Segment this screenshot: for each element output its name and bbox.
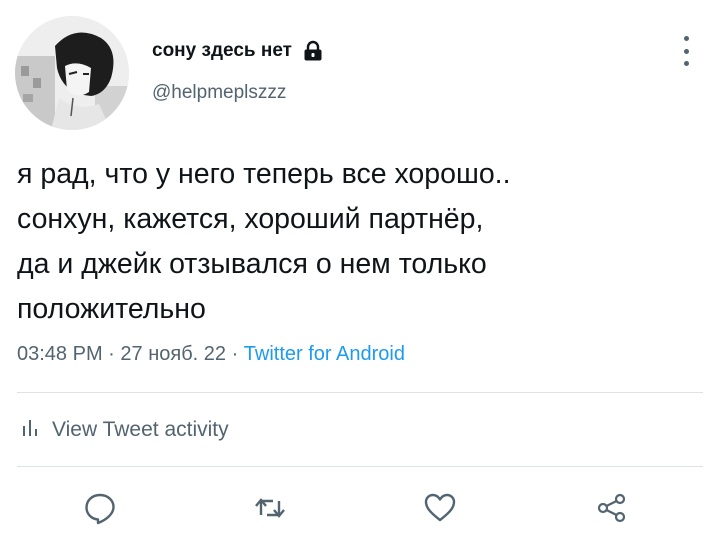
tweet-line: да и джейк отзывался о нем только (17, 248, 487, 280)
tweet-text: я рад, что у него теперь все хорошо.. со… (17, 152, 697, 332)
more-icon[interactable] (676, 36, 696, 66)
avatar[interactable] (15, 16, 129, 130)
heart-icon[interactable] (422, 490, 458, 526)
tweet-source[interactable]: Twitter for Android (244, 343, 405, 365)
retweet-icon[interactable] (252, 490, 288, 526)
display-name[interactable]: сону здесь нет (152, 40, 292, 62)
tweet-time[interactable]: 03:48 PM (17, 343, 103, 365)
meta-separator: · (226, 343, 244, 365)
tweet-date[interactable]: 27 нояб. 22 (120, 343, 226, 365)
tweet-line: сонхун, кажется, хороший партнёр, (17, 203, 484, 235)
divider (17, 466, 703, 467)
view-activity-label: View Tweet activity (52, 418, 229, 441)
meta-separator: · (102, 343, 121, 365)
view-activity-button[interactable]: View Tweet activity (22, 417, 229, 443)
user-handle[interactable]: @helpmeplszzz (152, 82, 286, 104)
bar-chart-icon (22, 417, 38, 443)
reply-icon[interactable] (82, 490, 118, 526)
tweet-line: положительно (17, 293, 206, 325)
tweet-meta: 03:48 PM · 27 нояб. 22 · Twitter for And… (17, 343, 405, 366)
divider (17, 392, 703, 393)
tweet-line: я рад, что у него теперь все хорошо.. (17, 158, 511, 190)
lock-icon (302, 40, 324, 62)
share-icon[interactable] (594, 490, 630, 526)
display-name-row[interactable]: сону здесь нет (152, 40, 324, 62)
